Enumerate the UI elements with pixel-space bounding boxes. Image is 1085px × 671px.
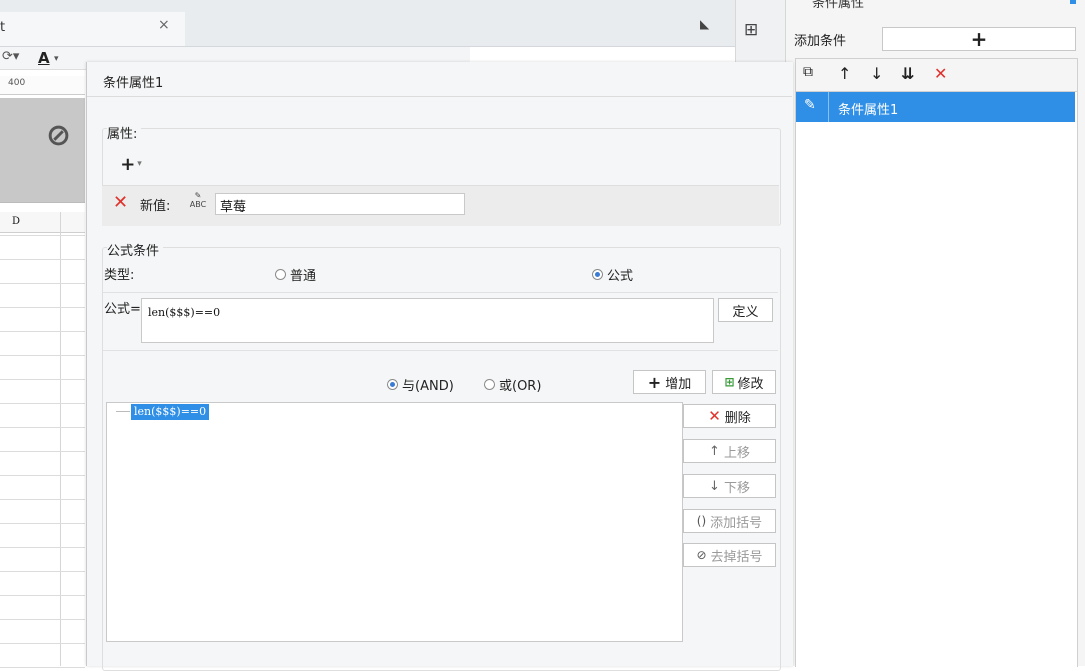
logic-option-and-label: 与(AND) (402, 379, 454, 394)
add-property-button[interactable]: + ▾ (113, 152, 149, 176)
plus-icon: + (120, 153, 136, 175)
grid-row-line (0, 523, 85, 524)
chevron-down-icon[interactable]: ▾ (54, 54, 59, 64)
logic-option-and[interactable]: 与(AND) (387, 375, 454, 394)
grid-row-line (0, 499, 85, 500)
move-bottom-icon[interactable]: ⇊ (901, 64, 914, 83)
grid-row-line (0, 403, 85, 404)
hidden-eye-icon: ⊘ (46, 118, 72, 153)
grid-row-line (0, 475, 85, 476)
radio-or[interactable] (484, 379, 495, 390)
grid-row-line (0, 427, 85, 428)
logic-option-or-label: 或(OR) (499, 379, 542, 394)
condition-list-item-label: 条件属性1 (838, 103, 899, 118)
grid-row-line (0, 235, 85, 236)
add-condition-label: 添加条件 (794, 34, 847, 49)
new-value-field[interactable]: 草莓 (215, 193, 465, 215)
grid-row-line (0, 643, 85, 644)
formula-field[interactable]: len($$$)==0 (141, 298, 714, 343)
type-option-formula[interactable]: 公式 (592, 265, 633, 284)
grid-row-line (0, 547, 85, 548)
plus-icon: + (647, 372, 662, 392)
delete-label: 删除 (724, 410, 751, 426)
sheet-grid[interactable] (0, 210, 85, 666)
grid-row-line (0, 283, 85, 284)
type-label: 类型: (104, 268, 135, 283)
edit-icon[interactable]: ✎ (804, 97, 816, 113)
properties-label: 属性: (107, 123, 142, 142)
condition-list (795, 91, 1078, 667)
formula-label: 公式= (104, 302, 141, 317)
arrow-down-icon[interactable]: ↓ (870, 64, 883, 83)
add-condition-button[interactable]: + (882, 27, 1076, 51)
grid-row-line (0, 619, 85, 620)
tree-connector (116, 411, 130, 412)
grid-row-line (0, 355, 85, 356)
move-up-label: 上移 (723, 445, 750, 461)
type-option-formula-label: 公式 (607, 269, 634, 284)
value-type-icon[interactable]: ✎ ABC (185, 191, 211, 213)
add-bracket-button[interactable]: () 添加括号 (683, 509, 776, 533)
divider (103, 292, 778, 293)
ruler-number: 400 (8, 78, 26, 88)
layout-icon[interactable]: ⊞ (744, 20, 758, 40)
condition-tree[interactable] (106, 402, 683, 642)
grid-row-line (0, 307, 85, 308)
grid-row-line (0, 331, 85, 332)
grid-row-line (0, 595, 85, 596)
radio-normal[interactable] (275, 269, 286, 280)
arrow-up-icon[interactable]: ↑ (838, 64, 851, 83)
delete-property-icon[interactable]: ✕ (113, 192, 128, 213)
new-value-label: 新值: (140, 199, 171, 214)
formula-condition-label: 公式条件 (107, 240, 164, 259)
grid-row-line (0, 379, 85, 380)
delete-icon[interactable]: ✕ (934, 64, 947, 83)
grid-row-line (0, 451, 85, 452)
remove-bracket-button[interactable]: ⊘ 去掉括号 (683, 543, 776, 567)
dialog-header (87, 62, 792, 97)
arrow-up-icon: ↑ (709, 443, 720, 459)
add-bracket-label: 添加括号 (710, 515, 763, 531)
remove-bracket-label: 去掉括号 (710, 549, 763, 565)
divider (103, 350, 778, 351)
move-down-button[interactable]: ↓ 下移 (683, 474, 776, 498)
bracket-icon: () (696, 514, 707, 528)
logic-option-or[interactable]: 或(OR) (484, 375, 541, 394)
define-button[interactable]: 定义 (718, 298, 773, 322)
radio-and[interactable] (387, 379, 398, 390)
panel-accent (1070, 0, 1076, 4)
grid-row-line (0, 571, 85, 572)
condition-tree-item[interactable]: len($$$)==0 (131, 404, 210, 420)
move-down-label: 下移 (723, 480, 750, 496)
paint-icon[interactable]: ⟳▾ (2, 49, 19, 64)
value-type-text: ABC (189, 200, 207, 209)
remove-bracket-icon: ⊘ (696, 548, 707, 562)
type-option-normal-label: 普通 (290, 269, 317, 284)
move-up-button[interactable]: ↑ 上移 (683, 439, 776, 463)
copy-icon[interactable]: ⧉ (803, 64, 813, 80)
grid-row-line (0, 259, 85, 260)
column-header-d: D (12, 216, 21, 227)
chevron-down-icon: ▾ (137, 159, 142, 169)
arrow-down-icon: ↓ (709, 478, 720, 494)
delete-button[interactable]: ✕ 删除 (683, 404, 776, 428)
modify-icon: ⊞ (724, 375, 735, 389)
grid-divider (60, 212, 61, 666)
close-icon[interactable]: × (158, 17, 170, 33)
add-label: 增加 (665, 376, 692, 392)
dialog-title: 条件属性1 (103, 76, 164, 91)
radio-formula[interactable] (592, 269, 603, 280)
panel-title: 条件属性 (812, 0, 865, 11)
item-divider (828, 92, 829, 122)
pin-icon[interactable]: ◣ (700, 17, 709, 31)
add-condition-item-button[interactable]: + 增加 (633, 370, 706, 394)
font-color-icon[interactable]: A (38, 49, 50, 67)
type-option-normal[interactable]: 普通 (275, 265, 316, 284)
preview-area (0, 98, 85, 203)
grid-row-line (0, 667, 85, 668)
modify-label: 修改 (737, 376, 764, 392)
modify-button[interactable]: ⊞ 修改 (712, 370, 776, 394)
sheet-tab-label: t (0, 20, 6, 35)
delete-icon: ✕ (708, 407, 721, 425)
